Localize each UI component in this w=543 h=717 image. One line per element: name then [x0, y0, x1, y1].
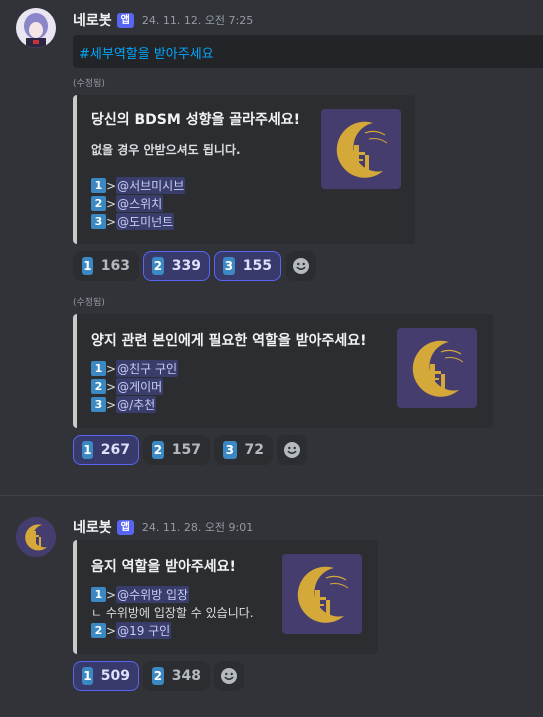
reaction-count: 339 — [171, 258, 201, 274]
keycap-1-icon: 1 — [91, 361, 106, 376]
add-reaction-button[interactable] — [277, 435, 307, 465]
embed: 양지 관련 본인에게 필요한 역할을 받아주세요! 1 > @친구 구인 2 >… — [73, 314, 493, 428]
reaction-button[interactable]: 2 339 — [143, 251, 210, 281]
reaction-button[interactable]: 2 157 — [143, 435, 210, 465]
timestamp[interactable]: 24. 11. 12. 오전 7:25 — [142, 12, 253, 28]
role-mention[interactable]: @게이머 — [116, 378, 164, 395]
message-divider — [0, 495, 543, 496]
reaction-count: 163 — [100, 258, 130, 274]
embed-title: 당신의 BDSM 성향을 골라주세요! — [91, 112, 300, 128]
keycap-3-icon: 3 — [223, 257, 235, 275]
smiley-face-icon — [284, 442, 300, 458]
channel-link-block: #세부역할을 받아주세요 — [73, 35, 543, 68]
role-line: 3 > @/추천 — [91, 396, 157, 413]
reaction-button[interactable]: 3 155 — [214, 251, 281, 281]
author-name[interactable]: 네로봇 — [73, 10, 112, 30]
message-header: 네로봇 앱 24. 11. 12. 오전 7:25 — [73, 10, 253, 30]
reaction-button[interactable]: 1 163 — [73, 251, 139, 281]
keycap-3-icon: 3 — [91, 214, 106, 229]
keycap-1-icon: 1 — [91, 587, 106, 602]
keycap-2-icon: 2 — [91, 623, 106, 638]
keycap-1-icon: 1 — [82, 441, 93, 459]
crescent-moon-logo[interactable] — [282, 554, 362, 634]
reaction-count: 348 — [171, 668, 201, 684]
keycap-3-icon: 3 — [223, 441, 237, 459]
keycap-2-icon: 2 — [152, 441, 164, 459]
embed-title: 양지 관련 본인에게 필요한 역할을 받아주세요! — [91, 333, 367, 349]
keycap-1-icon: 1 — [82, 667, 93, 685]
channel-link[interactable]: #세부역할을 받아주세요 — [79, 47, 214, 62]
reaction-button[interactable]: 3 72 — [214, 435, 273, 465]
role-mention[interactable]: @서브미시브 — [116, 177, 186, 194]
role-mention[interactable]: @스위치 — [116, 195, 164, 212]
role-line: 2 > @스위치 — [91, 195, 164, 212]
author-name[interactable]: 네로봇 — [73, 517, 112, 537]
role-line: 1 > @친구 구인 — [91, 360, 179, 377]
role-line: 2 > @19 구인 — [91, 622, 172, 639]
reaction-button[interactable]: 1 509 — [73, 661, 139, 691]
keycap-2-icon: 2 — [91, 379, 106, 394]
keycap-2-icon: 2 — [152, 257, 164, 275]
crescent-moon-logo[interactable] — [321, 109, 401, 189]
keycap-2-icon: 2 — [152, 667, 164, 685]
keycap-1-icon: 1 — [91, 178, 106, 193]
role-line: 1 > @수위방 입장 — [91, 586, 190, 603]
edited-label: (수정됨) — [73, 298, 105, 308]
role-line: 1 > @서브미시브 — [91, 177, 186, 194]
add-reaction-button[interactable] — [214, 661, 244, 691]
embed-title: 음지 역할을 받아주세요! — [91, 559, 236, 575]
bot-avatar[interactable] — [16, 8, 56, 48]
reaction-count: 509 — [100, 668, 130, 684]
keycap-1-icon: 1 — [82, 257, 93, 275]
smiley-face-icon — [293, 258, 309, 274]
role-line: 3 > @도미넌트 — [91, 213, 175, 230]
role-mention[interactable]: @도미넌트 — [116, 213, 175, 230]
embed-description: 없을 경우 안받으셔도 됩니다. — [91, 143, 241, 157]
embed: 당신의 BDSM 성향을 골라주세요! 없을 경우 안받으셔도 됩니다. 1 >… — [73, 95, 415, 244]
keycap-3-icon: 3 — [91, 397, 106, 412]
role-mention[interactable]: @친구 구인 — [116, 360, 179, 377]
reaction-count: 267 — [100, 442, 130, 458]
timestamp[interactable]: 24. 11. 28. 오전 9:01 — [142, 519, 253, 535]
add-reaction-button[interactable] — [286, 251, 316, 281]
reaction-count: 72 — [244, 442, 264, 458]
role-mention[interactable]: @수위방 입장 — [116, 586, 190, 603]
app-badge: 앱 — [116, 12, 134, 28]
role-line: 2 > @게이머 — [91, 378, 164, 395]
role-note: ㄴ 수위방에 입장할 수 있습니다. — [91, 606, 254, 620]
crescent-moon-logo[interactable] — [397, 328, 477, 408]
reaction-count: 157 — [171, 442, 201, 458]
app-badge: 앱 — [116, 519, 134, 535]
reaction-count: 155 — [242, 258, 272, 274]
bot-avatar[interactable] — [16, 517, 56, 557]
keycap-2-icon: 2 — [91, 196, 106, 211]
reaction-button[interactable]: 1 267 — [73, 435, 139, 465]
message-header: 네로봇 앱 24. 11. 28. 오전 9:01 — [73, 517, 253, 537]
reaction-button[interactable]: 2 348 — [143, 661, 210, 691]
role-mention[interactable]: @/추천 — [116, 396, 157, 413]
smiley-face-icon — [221, 668, 237, 684]
edited-label: (수정됨) — [73, 79, 105, 89]
role-mention[interactable]: @19 구인 — [116, 622, 172, 639]
embed: 음지 역할을 받아주세요! 1 > @수위방 입장 ㄴ 수위방에 입장할 수 있… — [73, 540, 378, 654]
